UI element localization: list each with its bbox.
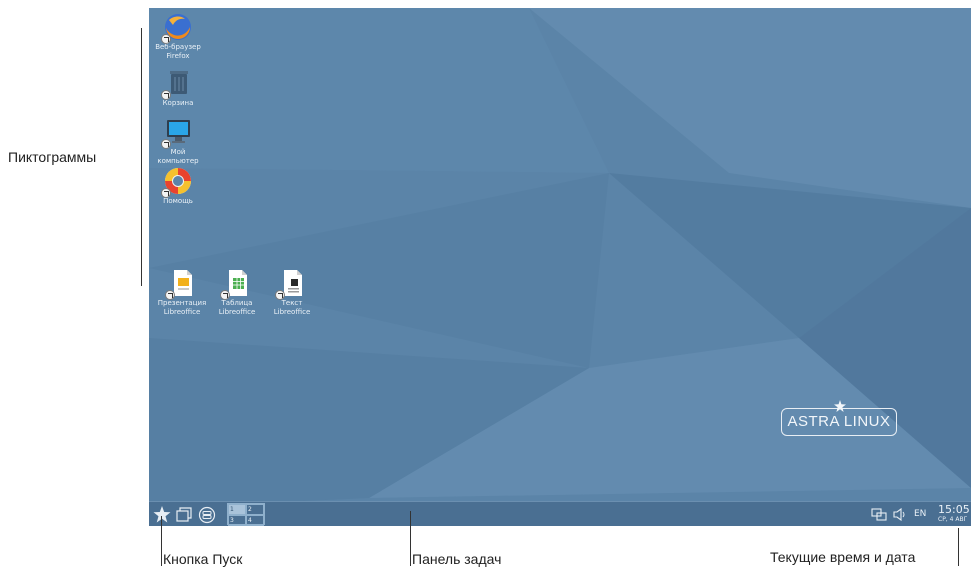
callout-line-icons xyxy=(141,28,142,286)
shortcut-arrow-icon xyxy=(161,34,171,44)
desktop[interactable]: Веб-браузер Firefox Корзина Мой компьюте… xyxy=(149,8,971,526)
callout-line-clock xyxy=(958,528,959,566)
drive-icon xyxy=(198,506,216,524)
workspace-pager[interactable]: 1 2 3 4 xyxy=(227,503,265,526)
shortcut-arrow-icon xyxy=(165,290,175,300)
keyboard-layout-indicator[interactable]: EN xyxy=(914,509,926,519)
star-icon xyxy=(834,400,846,412)
clock[interactable]: 15:05 СР, 4 АВГ xyxy=(938,503,970,524)
file-manager-button[interactable] xyxy=(198,505,216,524)
workspace-1[interactable]: 1 xyxy=(228,504,246,515)
workspace-3[interactable]: 3 xyxy=(228,515,246,526)
desktop-icon-trash[interactable]: Корзина xyxy=(149,68,210,108)
volume-tray-button[interactable] xyxy=(892,505,908,524)
network-tray-button[interactable] xyxy=(871,505,887,524)
clock-time: 15:05 xyxy=(938,503,970,516)
start-button[interactable] xyxy=(153,505,171,524)
workspace-4[interactable]: 4 xyxy=(246,515,264,526)
astra-linux-logo: ASTRA LINUX xyxy=(781,400,897,436)
network-icon xyxy=(871,508,887,521)
shortcut-arrow-icon xyxy=(161,90,171,100)
workspace-2[interactable]: 2 xyxy=(246,504,264,515)
desktop-icon-writer[interactable]: Текст Libreoffice xyxy=(260,268,324,317)
callout-start: Кнопка Пуск xyxy=(163,551,243,567)
star-icon xyxy=(153,506,171,523)
speaker-icon xyxy=(893,507,905,522)
callout-clock: Текущие время и дата xyxy=(770,549,916,565)
windows-icon xyxy=(176,507,192,522)
shortcut-arrow-icon xyxy=(220,290,230,300)
show-windows-button[interactable] xyxy=(175,505,193,524)
wallpaper xyxy=(149,8,971,526)
desktop-icon-my-computer[interactable]: Мой компьютер xyxy=(149,117,210,166)
callout-line-taskbar xyxy=(410,511,411,566)
callout-icons: Пиктограммы xyxy=(8,149,97,165)
callout-line-start xyxy=(161,516,162,566)
taskbar[interactable]: 1 2 3 4 EN 15:05 СР, 4 АВГ xyxy=(149,501,971,526)
desktop-icon-help[interactable]: Помощь xyxy=(149,166,210,206)
shortcut-arrow-icon xyxy=(161,188,171,198)
desktop-icon-firefox[interactable]: Веб-браузер Firefox xyxy=(149,12,210,61)
shortcut-arrow-icon xyxy=(275,290,285,300)
shortcut-arrow-icon xyxy=(161,139,171,149)
callout-taskbar: Панель задач xyxy=(412,551,502,567)
clock-date: СР, 4 АВГ xyxy=(938,516,968,523)
